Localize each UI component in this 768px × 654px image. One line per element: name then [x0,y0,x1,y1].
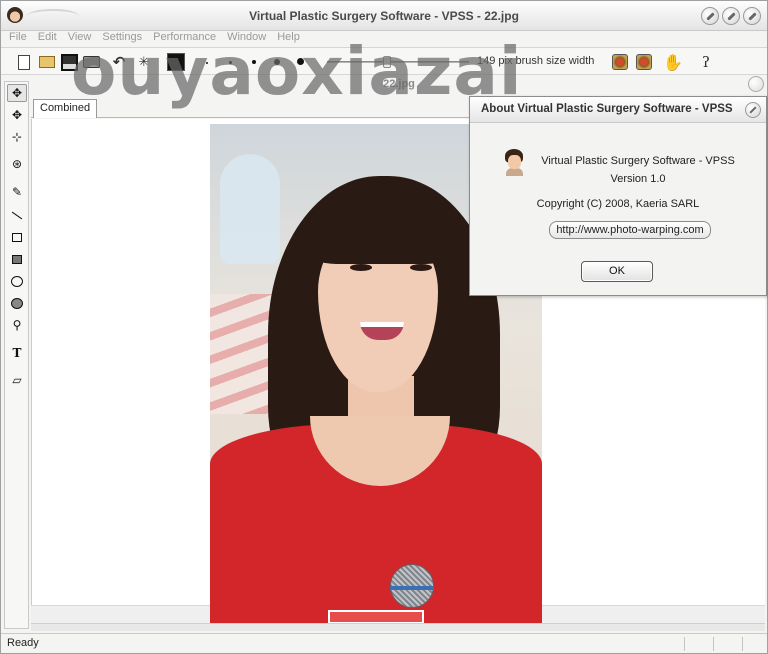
eyedropper-icon[interactable]: ⚲ [7,316,27,334]
main-toolbar: ↶ ✳ 149 pix brush size width ✋ ʔ [1,47,767,75]
status-divider [684,637,685,651]
move-all-icon[interactable]: ✥ [7,84,27,102]
new-file-icon[interactable] [15,53,33,71]
microphone-flag [328,610,424,623]
brush-size-dot-5[interactable] [297,58,304,65]
line-icon[interactable] [7,206,27,224]
document-close-button[interactable] [748,76,764,92]
brush-size-label: 149 pix brush size width [477,55,595,67]
about-version: Version 1.0 [610,173,666,185]
window-controls [701,7,761,25]
status-divider [713,637,714,651]
undo-icon[interactable]: ↶ [110,53,128,71]
menu-settings[interactable]: Settings [102,29,142,46]
brush-size-dot-1[interactable] [206,62,208,64]
title-bar: Virtual Plastic Surgery Software - VPSS … [1,1,767,31]
close-window-button[interactable] [743,7,761,25]
brush-size-slider[interactable] [327,61,469,63]
menu-bar: File Edit View Settings Performance Wind… [1,29,767,46]
brush-size-dot-3[interactable] [252,60,256,64]
maximize-button[interactable] [722,7,740,25]
window-title: Virtual Plastic Surgery Software - VPSS … [249,9,519,23]
about-copyright: Copyright (C) 2008, Kaeria SARL [536,198,700,210]
menu-performance[interactable]: Performance [153,29,216,46]
minimize-button[interactable] [701,7,719,25]
pencil-icon[interactable]: ✎ [7,183,27,201]
eraser-icon[interactable]: ▱ [7,371,27,389]
tool-palette: ✥ ✥ ⊹ ⊛ ✎ ⚲ T ▱ [4,81,29,629]
menu-edit[interactable]: Edit [38,29,57,46]
about-dialog-title: About Virtual Plastic Surgery Software -… [470,97,766,123]
background-figure [220,154,280,264]
menu-file[interactable]: File [9,29,27,46]
save-icon[interactable] [60,53,78,71]
brush-size-dot-4[interactable] [274,59,280,65]
status-text: Ready [7,637,39,649]
about-dialog: About Virtual Plastic Surgery Software -… [469,96,767,296]
document-header: 22.jpg [31,75,767,95]
shrink-icon[interactable]: ⊛ [7,155,27,173]
brush-size-slider-thumb[interactable] [382,56,391,68]
rectangle-icon[interactable] [7,228,27,246]
print-icon[interactable] [82,53,100,71]
ok-button[interactable]: OK [581,261,653,282]
brush-size-dot-2[interactable] [229,61,232,64]
record-icon[interactable] [611,53,629,71]
move-icon[interactable]: ✥ [7,106,27,124]
about-app-name: Virtual Plastic Surgery Software - VPSS [541,155,735,167]
left-eye [350,264,372,271]
ellipse-icon[interactable] [7,272,27,290]
status-divider [742,637,743,651]
help-icon[interactable]: ʔ [697,53,715,71]
bangs [306,194,456,264]
document-title: 22.jpg [383,78,415,90]
horizontal-scrollbar[interactable] [31,623,765,631]
expand-icon[interactable]: ⊹ [7,128,27,146]
text-icon[interactable]: T [7,344,27,362]
website-link-button[interactable]: http://www.photo-warping.com [549,221,711,239]
open-folder-icon[interactable] [38,53,56,71]
menu-help[interactable]: Help [277,29,300,46]
color-swatch-icon[interactable] [167,53,185,71]
hand-icon[interactable]: ✋ [663,53,683,72]
menu-view[interactable]: View [68,29,92,46]
microphone-band [390,586,434,590]
status-bar: Ready [1,633,767,653]
filled-rectangle-icon[interactable] [7,250,27,268]
right-eye [410,264,432,271]
main-window: Virtual Plastic Surgery Software - VPSS … [0,0,768,654]
about-dialog-close-button[interactable] [745,102,761,118]
tab-combined[interactable]: Combined [33,99,98,118]
record-alt-icon[interactable] [635,53,653,71]
sparkle-icon[interactable]: ✳ [135,53,153,71]
menu-window[interactable]: Window [227,29,266,46]
filled-ellipse-icon[interactable] [7,294,27,312]
